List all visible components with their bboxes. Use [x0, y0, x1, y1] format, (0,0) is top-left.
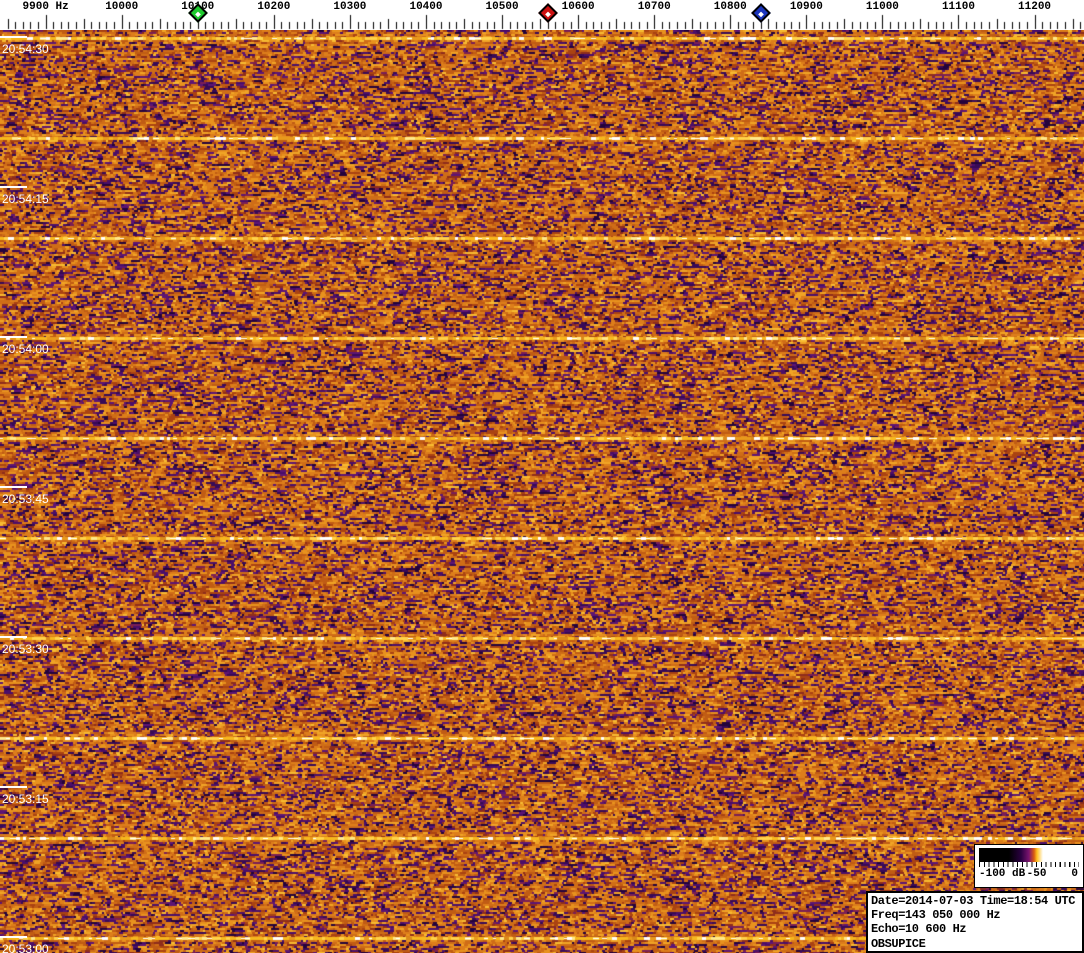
marker-center-dot: [758, 12, 764, 18]
time-tick-dash: [0, 636, 27, 638]
colorbar-gradient: [979, 848, 1079, 862]
time-tick-dash: [0, 936, 27, 938]
colorbar-label-max: 0: [1071, 868, 1078, 880]
colorbar-labels: -100 dB -50 0: [975, 868, 1083, 884]
info-frequency: Freq=143 050 000 Hz: [871, 908, 1082, 922]
time-tick-dash: [0, 36, 27, 38]
time-tick-label: 20:53:00: [2, 942, 49, 953]
time-tick-dash: [0, 786, 27, 788]
time-tick-label: 20:54:30: [2, 42, 49, 56]
time-tick-label: 20:53:30: [2, 642, 49, 656]
spectrogram-screen: 9900 Hz100001010010200103001040010500106…: [0, 0, 1084, 953]
freq-tick-label: 11200: [985, 1, 1084, 13]
time-tick-label: 20:54:15: [2, 192, 49, 206]
colorbar-legend: -100 dB -50 0: [974, 844, 1084, 888]
info-date-time: Date=2014-07-03 Time=18:54 UTC: [871, 894, 1082, 908]
time-tick-label: 20:54:00: [2, 342, 49, 356]
info-echo: Echo=10 600 Hz: [871, 922, 1082, 936]
colorbar-label-mid: -50: [1027, 868, 1047, 880]
info-box: Date=2014-07-03 Time=18:54 UTC Freq=143 …: [866, 891, 1084, 953]
marker-center-dot: [195, 12, 201, 18]
waterfall-spectrogram: [0, 30, 1084, 953]
time-tick-label: 20:53:45: [2, 492, 49, 506]
time-tick-label: 20:53:15: [2, 792, 49, 806]
marker-center-dot: [545, 12, 551, 18]
info-station: OBSUPICE: [871, 937, 1082, 951]
colorbar-label-min: -100 dB: [979, 868, 1025, 880]
time-tick-dash: [0, 486, 27, 488]
time-tick-dash: [0, 336, 27, 338]
colorbar-ticks: [979, 862, 1079, 867]
time-tick-dash: [0, 186, 27, 188]
